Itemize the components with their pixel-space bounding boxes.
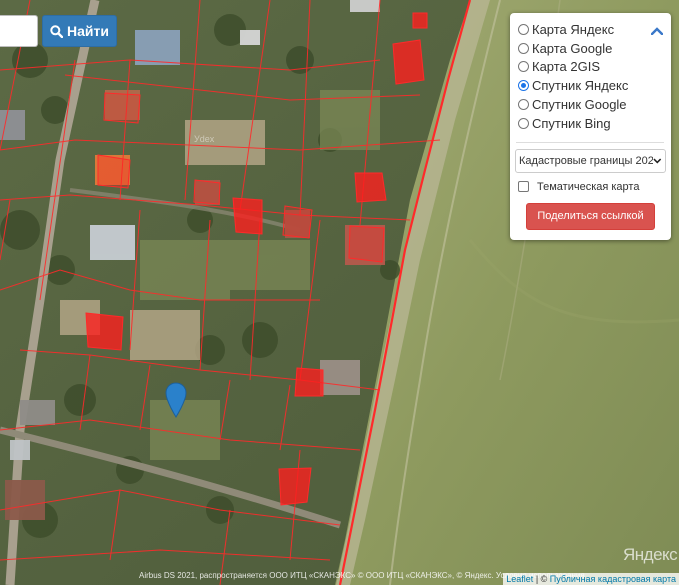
place-label: Уdex [194,134,215,144]
layer-switcher: Карта Яндекс Карта Google Карта 2GIS Спу… [510,13,671,240]
radio-button[interactable] [518,23,529,35]
chevron-down-icon [653,158,662,164]
layer-option-bing-satellite[interactable]: Спутник Bing [518,114,671,133]
layer-option-label: Карта Яндекс [532,21,615,37]
layer-option-google-satellite[interactable]: Спутник Google [518,95,671,114]
layer-option-2gis-map[interactable]: Карта 2GIS [518,58,671,77]
yandex-logo: Яндекс [623,545,678,564]
search-input[interactable] [0,15,38,47]
layer-option-label: Карта 2GIS [532,59,601,75]
radio-button[interactable] [518,99,529,111]
layer-option-label: Спутник Яндекс [532,78,629,94]
boundary-select-value: Кадастровые границы 2024 [519,154,654,167]
layer-option-label: Спутник Google [532,97,627,113]
map-pin-icon[interactable] [165,382,187,423]
layer-option-google-map[interactable]: Карта Google [518,39,671,58]
layer-option-label: Карта Google [532,40,613,56]
attribution-bar: Leaflet | © Публичная кадастровая карта [503,573,679,585]
search-button[interactable]: Найти [42,15,117,47]
thematic-map-label: Тематическая карта [537,180,640,193]
search-button-label: Найти [67,23,109,39]
map-view[interactable]: Уdex Найти Карта Яндекс Карта Google Кар… [0,0,679,585]
layer-option-yandex-satellite[interactable]: Спутник Яндекс [518,76,671,95]
radio-button[interactable] [518,80,529,92]
layer-option-label: Спутник Bing [532,115,611,131]
radio-button[interactable] [518,42,529,54]
layer-list: Карта Яндекс Карта Google Карта 2GIS Спу… [518,20,671,133]
cadastral-map-link[interactable]: Публичная кадастровая карта [550,574,676,584]
leaflet-link[interactable]: Leaflet [506,574,533,584]
thematic-map-toggle[interactable]: Тематическая карта [518,181,671,193]
thematic-map-checkbox[interactable] [518,181,529,193]
search-icon [50,24,64,38]
layer-option-yandex-map[interactable]: Карта Яндекс [518,20,671,39]
radio-button[interactable] [518,61,529,73]
radio-button[interactable] [518,117,529,129]
attribution-separator: | © [533,574,550,584]
chevron-up-icon[interactable] [650,23,664,38]
panel-divider [516,141,664,143]
share-link-button[interactable]: Поделиться ссылкой [526,202,655,230]
boundary-select[interactable]: Кадастровые границы 2024 [515,148,666,173]
